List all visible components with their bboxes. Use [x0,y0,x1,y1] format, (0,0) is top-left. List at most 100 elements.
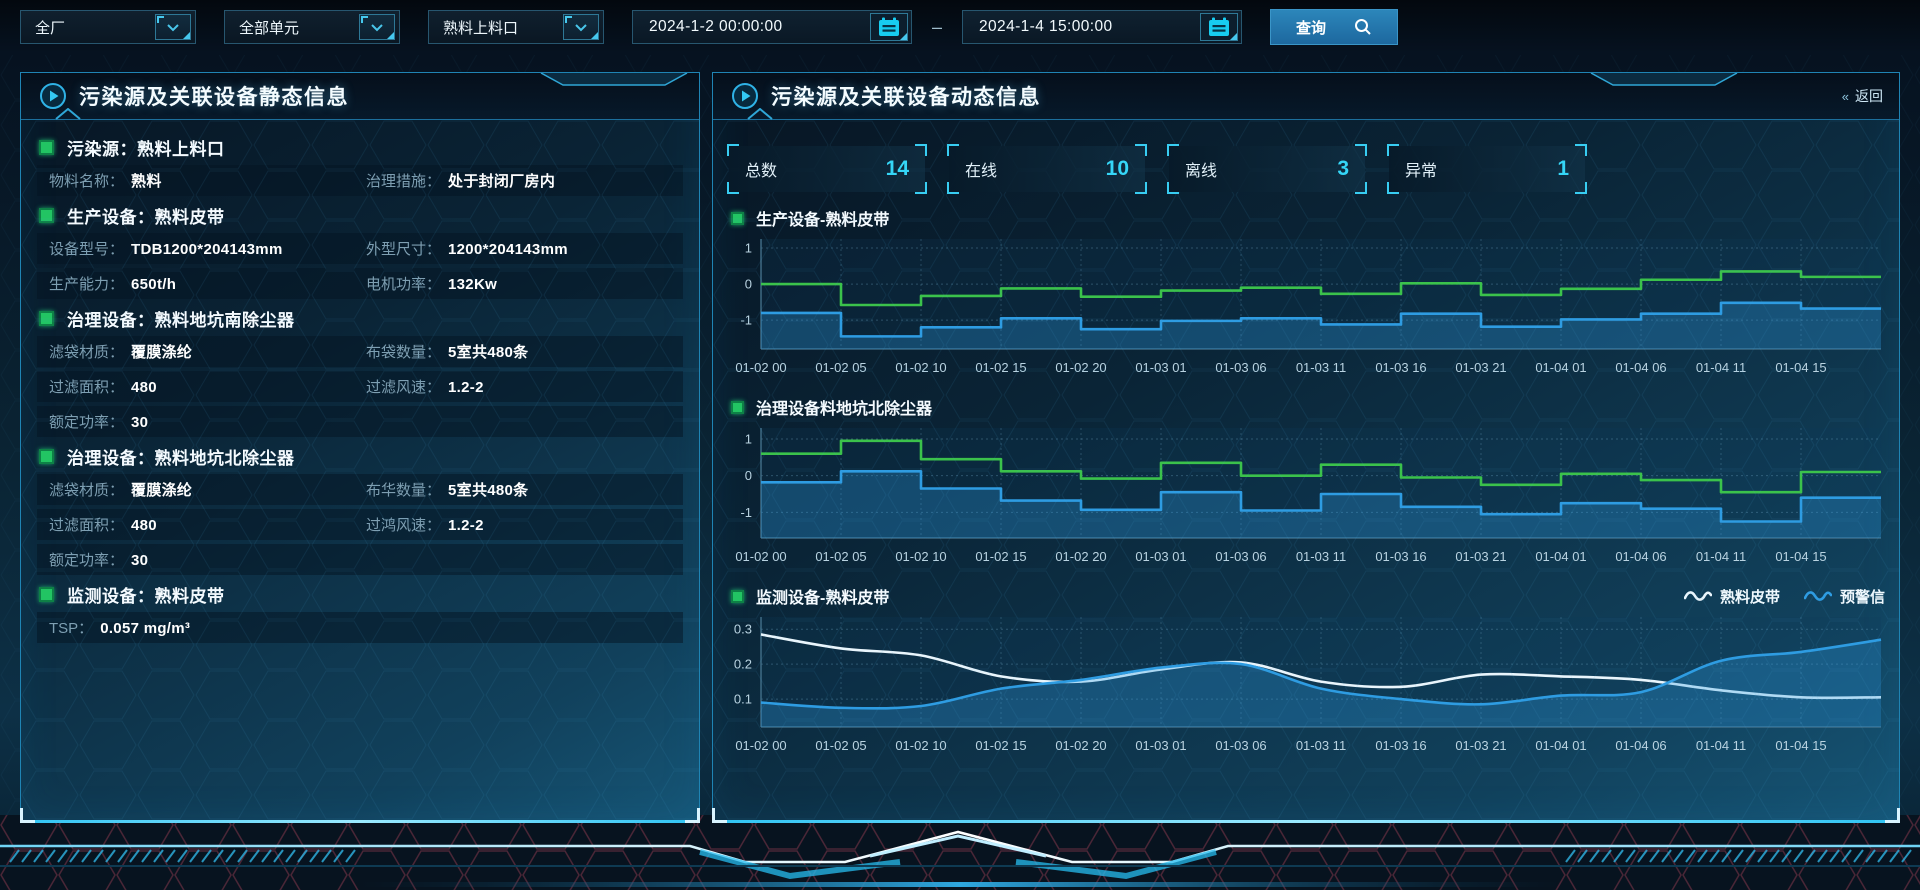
section-title: 监测设备：熟料皮带 [39,579,685,609]
info-cell: 布华数量：5室共480条 [366,479,683,500]
corner-bracket-decoration [727,182,739,194]
svg-text:01-04 11: 01-04 11 [1696,360,1746,375]
corner-bracket-decoration [1355,144,1367,156]
info-value: 5室共480条 [448,479,528,500]
chevron-down-icon[interactable] [155,14,191,40]
static-panel-header: 污染源及关联设备静态信息 [21,73,699,120]
dynamic-panel-body: 总数14在线10离线3异常1 生产设备-熟料皮带10-101-02 0001-0… [713,120,1899,759]
plant-select[interactable]: 全厂 [20,10,196,44]
calendar-icon[interactable] [870,13,908,41]
svg-text:01-03 11: 01-03 11 [1296,360,1346,375]
svg-text:01-02 00: 01-02 00 [735,360,786,375]
svg-text:01-02 20: 01-02 20 [1055,549,1106,564]
svg-text:01-04 06: 01-04 06 [1615,360,1666,375]
section-title-text: 生产设备：熟料皮带 [67,203,225,228]
svg-text:0: 0 [745,468,752,483]
svg-text:01-02 05: 01-02 05 [815,738,866,753]
stat-value: 3 [1337,157,1349,181]
info-row: 滤袋材质：覆膜涤纶布袋数量：5室共480条 [37,336,683,367]
svg-text:01-04 01: 01-04 01 [1535,360,1586,375]
svg-text:01-04 15: 01-04 15 [1775,738,1826,753]
line-series-icon [1804,590,1832,602]
calendar-icon[interactable] [1200,13,1238,41]
info-row: TSP：0.057 mg/m³ [37,612,683,643]
info-cell: 电机功率： 132Kw [366,273,683,294]
svg-text:01-03 21: 01-03 21 [1455,549,1506,564]
section-bullet-icon [731,401,744,414]
svg-text:01-02 00: 01-02 00 [735,549,786,564]
info-row: 过滤面积：480过鸿风速：1.2-2 [37,509,683,540]
source-select[interactable]: 熟料上料口 [428,10,604,44]
svg-text:01-04 15: 01-04 15 [1775,360,1826,375]
info-value: 132Kw [448,276,497,293]
back-button[interactable]: « 返回 [1842,73,1883,119]
chart-block: 生产设备-熟料皮带10-101-02 0001-02 0501-02 1001-… [727,205,1885,381]
top-filter-bar: 全厂 全部单元 熟料上料口 2024-1-2 00:00:00 – 2024 [20,9,1398,45]
svg-text:01-02 10: 01-02 10 [895,738,946,753]
date-to-input[interactable]: 2024-1-4 15:00:00 [962,10,1242,44]
chart-legend: 熟料皮带 预警信 [1684,586,1885,607]
info-cell: 物料名称：熟料 [49,170,366,191]
chevron-down-icon[interactable] [359,14,395,40]
chart-title: 生产设备-熟料皮带 [756,206,889,230]
info-value: 1.2-2 [448,517,484,534]
svg-text:01-03 01: 01-03 01 [1135,738,1186,753]
info-value: 480 [131,379,157,396]
svg-text:01-03 06: 01-03 06 [1215,738,1266,753]
info-label: 治理措施： [366,170,441,191]
info-label: 过滤面积： [49,514,124,535]
stat-label: 总数 [745,157,777,181]
chart-canvas: 10-101-02 0001-02 0501-02 1001-02 1501-0… [727,420,1885,570]
corner-bracket-decoration [1387,182,1399,194]
query-button[interactable]: 查询 [1270,9,1398,45]
info-value: 5室共480条 [448,341,528,362]
info-label: 额定功率： [49,411,124,432]
svg-text:01-03 11: 01-03 11 [1296,738,1346,753]
info-label: 过鸿风速： [366,514,441,535]
section-title-text: 监测设备：熟料皮带 [67,582,225,607]
section-title: 生产设备：熟料皮带 [39,200,685,230]
corner-bracket-decoration [1167,144,1179,156]
stat-card-离线: 离线3 [1169,146,1365,192]
info-cell: TSP：0.057 mg/m³ [49,617,683,638]
legend-item-熟料皮带[interactable]: 熟料皮带 [1684,586,1780,607]
chart-canvas: 0.30.20.101-02 0001-02 0501-02 1001-02 1… [727,609,1885,759]
info-value: 1200*204143mm [448,241,568,258]
stat-value: 10 [1106,157,1129,181]
unit-select[interactable]: 全部单元 [224,10,400,44]
info-label: 电机功率： [366,273,441,294]
section-title: 治理设备：熟料地坑北除尘器 [39,441,685,471]
svg-text:01-04 06: 01-04 06 [1615,738,1666,753]
legend-item-预警信[interactable]: 预警信 [1804,586,1885,607]
info-label: 设备型号： [49,238,124,259]
corner-bracket-decoration [1355,182,1367,194]
section-title-text: 治理设备：熟料地坑北除尘器 [67,444,295,469]
chevron-down-icon[interactable] [563,14,599,40]
back-arrows-icon: « [1842,89,1848,104]
info-cell: 布袋数量：5室共480条 [366,341,683,362]
corner-bracket-decoration [947,144,959,156]
header-caret-decoration [747,108,773,120]
info-label: 过滤风速： [366,376,441,397]
chart-canvas: 10-101-02 0001-02 0501-02 1001-02 1501-0… [727,231,1885,381]
stat-value: 14 [886,157,909,181]
info-label: 外型尺寸： [366,238,441,259]
svg-text:01-02 05: 01-02 05 [815,360,866,375]
line-series-icon [1684,590,1712,602]
section-title-text: 污染源：熟料上料口 [67,135,225,160]
info-value: 熟料 [131,170,162,191]
svg-text:01-03 01: 01-03 01 [1135,360,1186,375]
svg-text:01-03 21: 01-03 21 [1455,360,1506,375]
info-row: 额定功率：30 [37,406,683,437]
dynamic-info-panel: 污染源及关联设备动态信息 « 返回 总数14在线10离线3异常1 生产设备-熟料… [712,72,1900,822]
corner-bracket-decoration [1575,144,1587,156]
date-from-input[interactable]: 2024-1-2 00:00:00 [632,10,912,44]
info-cell: 过滤面积：480 [49,376,366,397]
section-title-text: 治理设备：熟料地坑南除尘器 [67,306,295,331]
legend-label: 熟料皮带 [1720,586,1780,607]
svg-text:01-04 06: 01-04 06 [1615,549,1666,564]
section-title: 治理设备：熟料地坑南除尘器 [39,303,685,333]
corner-bracket-decoration [727,144,739,156]
corner-bracket-decoration [1135,182,1147,194]
panel-corner-decoration [20,808,35,823]
